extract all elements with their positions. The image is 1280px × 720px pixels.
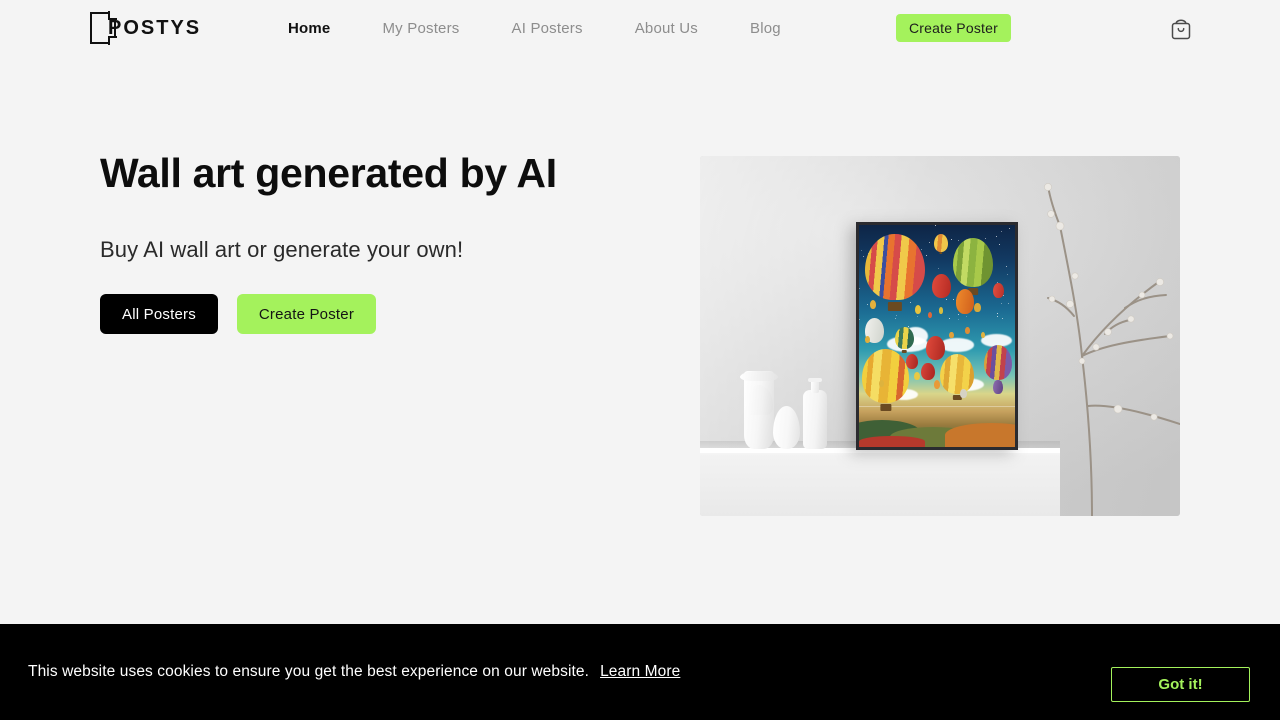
poster-balloon-small — [938, 307, 944, 314]
poster-balloon — [983, 344, 1012, 381]
shopping-bag-icon — [1171, 19, 1191, 40]
hero-section: Wall art generated by AI Buy AI wall art… — [0, 57, 1280, 624]
hero-action-buttons: All Posters Create Poster — [100, 294, 660, 335]
poster-balloon — [955, 289, 975, 314]
site-header: POSTYS Home My Posters AI Posters About … — [0, 0, 1280, 57]
decorative-branch — [1044, 183, 1180, 516]
vase-tall — [740, 371, 778, 449]
poster-ground — [944, 422, 1015, 447]
brand-name: POSTYS — [108, 17, 202, 39]
vase-bottle — [803, 378, 827, 449]
nav-item-ai-posters[interactable]: AI Posters — [486, 20, 609, 37]
poster-balloon-small — [915, 304, 922, 314]
poster-balloon-small — [993, 380, 1003, 394]
poster-balloon — [905, 353, 919, 370]
poster-cloud — [940, 338, 975, 352]
poster-balloon-small — [879, 380, 884, 388]
all-posters-button[interactable]: All Posters — [100, 294, 218, 335]
cookie-consent-banner: This website uses cookies to ensure you … — [0, 624, 1280, 720]
poster-balloon-small — [965, 327, 970, 334]
nav-item-my-posters[interactable]: My Posters — [356, 20, 485, 37]
poster-balloon — [940, 353, 975, 394]
brand-logo[interactable]: POSTYS — [90, 11, 202, 45]
hero-create-poster-button[interactable]: Create Poster — [236, 294, 377, 335]
poster-balloon-small — [974, 302, 981, 312]
poster-balloon-small — [960, 389, 967, 399]
poster-balloon — [865, 233, 925, 301]
main-navigation: Home My Posters AI Posters About Us Blog — [262, 0, 807, 57]
cookie-learn-more-link[interactable]: Learn More — [600, 663, 680, 680]
nav-item-about-us[interactable]: About Us — [609, 20, 724, 37]
poster-balloon-small — [913, 371, 920, 381]
nav-item-blog[interactable]: Blog — [724, 20, 807, 37]
cookie-message-text: This website uses cookies to ensure you … — [28, 663, 590, 680]
hero-copy: Wall art generated by AI Buy AI wall art… — [100, 150, 660, 335]
poster-balloon — [894, 327, 914, 350]
hero-poster-mockup-image — [700, 156, 1180, 516]
hero-title: Wall art generated by AI — [100, 150, 557, 196]
cookie-message: This website uses cookies to ensure you … — [28, 663, 680, 681]
cookie-accept-button[interactable]: Got it! — [1111, 667, 1250, 702]
cart-button[interactable] — [1168, 16, 1194, 42]
poster-artwork — [859, 225, 1015, 447]
header-create-poster-button[interactable]: Create Poster — [896, 14, 1011, 42]
poster-balloon — [993, 282, 1005, 299]
poster-balloon — [933, 233, 948, 252]
poster-balloon-small — [865, 336, 870, 343]
poster-balloon — [952, 238, 994, 288]
poster-balloon — [862, 349, 909, 403]
poster-balloon — [932, 273, 952, 299]
nav-item-home[interactable]: Home — [262, 20, 356, 37]
poster-frame — [856, 222, 1018, 450]
hero-subtitle: Buy AI wall art or generate your own! — [100, 237, 464, 263]
poster-balloon — [926, 336, 945, 361]
poster-ground — [859, 435, 925, 447]
mockup-shelf — [700, 448, 1060, 516]
